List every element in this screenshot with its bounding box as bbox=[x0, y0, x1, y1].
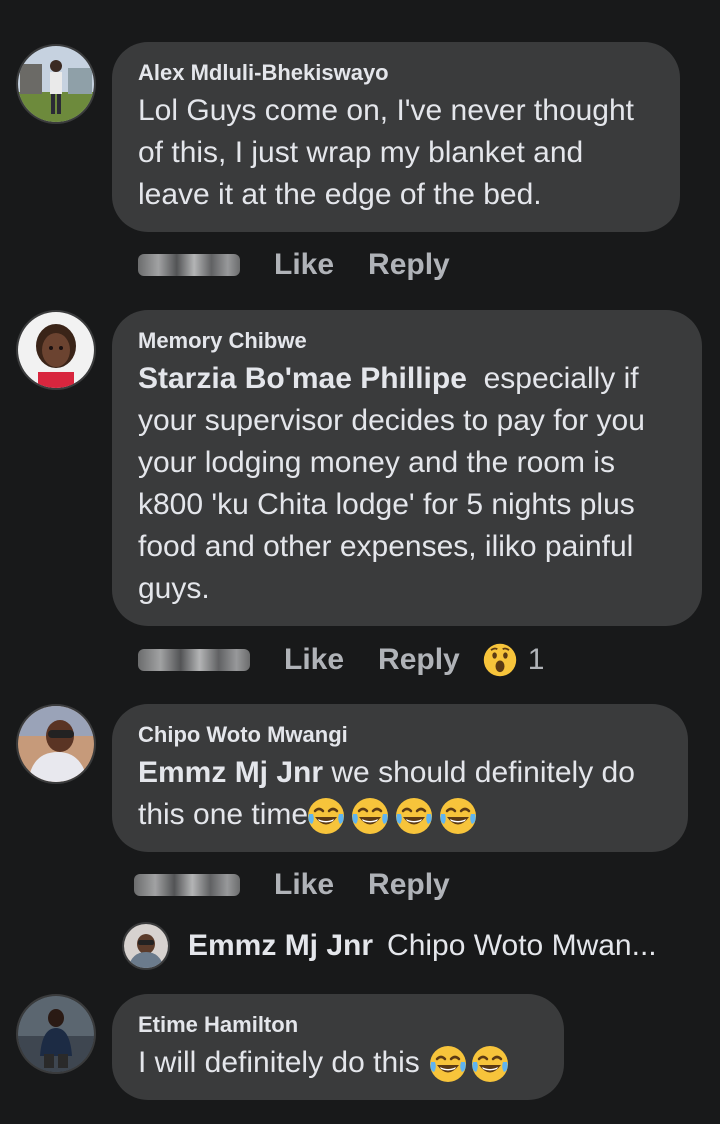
comment-bubble: Chipo Woto Mwangi Emmz Mj Jnr we should … bbox=[112, 704, 688, 852]
avatar[interactable] bbox=[16, 994, 96, 1074]
reaction-count: 1 bbox=[527, 643, 545, 676]
reply-button[interactable]: Reply bbox=[378, 643, 460, 677]
comment-author[interactable]: Memory Chibwe bbox=[138, 328, 676, 354]
comment-bubble: Etime Hamilton I will definitely do this bbox=[112, 994, 564, 1100]
avatar bbox=[122, 922, 170, 970]
mention-link[interactable]: Starzia Bo'mae Phillipe bbox=[138, 362, 467, 395]
tears-of-joy-emoji-icon bbox=[428, 1044, 468, 1084]
like-button[interactable]: Like bbox=[274, 248, 334, 282]
tears-of-joy-emoji-icon bbox=[438, 796, 478, 836]
timestamp-blurred bbox=[138, 649, 250, 671]
timestamp-blurred bbox=[138, 254, 240, 276]
comment-bubble: Memory Chibwe Starzia Bo'mae Phillipe es… bbox=[112, 310, 702, 626]
comment-text: Starzia Bo'mae Phillipe especially if yo… bbox=[138, 362, 645, 605]
tears-of-joy-emoji-icon bbox=[306, 796, 346, 836]
reply-author: Emmz Mj Jnr bbox=[188, 929, 374, 962]
avatar[interactable] bbox=[16, 44, 96, 124]
comment-bubble: Alex Mdluli-Bhekiswayo Lol Guys come on,… bbox=[112, 42, 680, 232]
comment-author[interactable]: Etime Hamilton bbox=[138, 1012, 538, 1038]
comment-actions: Like Reply 1 bbox=[138, 642, 544, 678]
wow-emoji-icon bbox=[482, 642, 518, 678]
comment-actions: Like Reply bbox=[134, 868, 450, 902]
comment-text: Lol Guys come on, I've never thought of … bbox=[138, 94, 635, 211]
reply-snippet: Chipo Woto Mwan... bbox=[387, 929, 657, 962]
avatar[interactable] bbox=[16, 704, 96, 784]
comment-actions: Like Reply bbox=[138, 248, 450, 282]
reaction-summary[interactable]: 1 bbox=[482, 642, 545, 678]
comment-author[interactable]: Chipo Woto Mwangi bbox=[138, 722, 662, 748]
comment-text: Emmz Mj Jnr we should definitely do this… bbox=[138, 752, 662, 836]
avatar[interactable] bbox=[16, 310, 96, 390]
like-button[interactable]: Like bbox=[284, 643, 344, 677]
like-button[interactable]: Like bbox=[274, 868, 334, 902]
timestamp-blurred bbox=[134, 874, 240, 896]
comment-author[interactable]: Alex Mdluli-Bhekiswayo bbox=[138, 60, 654, 86]
reply-button[interactable]: Reply bbox=[368, 868, 450, 902]
tears-of-joy-emoji-icon bbox=[394, 796, 434, 836]
tears-of-joy-emoji-icon bbox=[350, 796, 390, 836]
reply-button[interactable]: Reply bbox=[368, 248, 450, 282]
view-reply-preview[interactable]: Emmz Mj Jnr Chipo Woto Mwan... bbox=[122, 922, 657, 970]
comment-text: I will definitely do this bbox=[138, 1042, 538, 1084]
mention-link[interactable]: Emmz Mj Jnr bbox=[138, 756, 323, 789]
tears-of-joy-emoji-icon bbox=[470, 1044, 510, 1084]
